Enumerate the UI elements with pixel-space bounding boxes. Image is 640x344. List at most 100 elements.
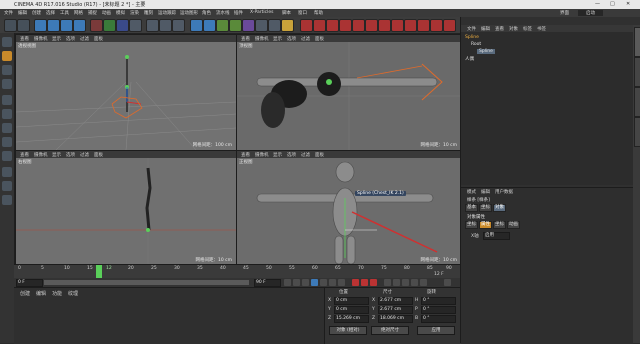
xp-modifier-icon[interactable] — [339, 19, 352, 32]
auto-key-icon[interactable] — [361, 279, 368, 286]
object-item-spline[interactable]: Spline — [465, 35, 479, 40]
xp-system-icon[interactable] — [313, 19, 326, 32]
lock-workplane-icon[interactable] — [2, 181, 12, 191]
range-slider[interactable] — [44, 280, 249, 285]
go-to-start-icon[interactable] — [284, 279, 291, 286]
menu-item-tools[interactable]: 工具 — [60, 10, 69, 16]
position-y-field[interactable]: 0 cm — [334, 306, 369, 314]
rotate-icon[interactable] — [73, 19, 86, 32]
om-menu-bookmarks[interactable]: 书签 — [537, 26, 546, 32]
menu-item-simulate[interactable]: 模拟 — [116, 10, 125, 16]
size-mode-dropdown[interactable]: 绝对尺寸 — [371, 326, 409, 335]
mat-menu-create[interactable]: 创建 — [20, 290, 30, 297]
vtab-structure[interactable] — [634, 87, 640, 117]
keyframe-selection-icon[interactable] — [370, 279, 377, 286]
attr-menu-edit[interactable]: 编辑 — [481, 189, 490, 195]
scale-key-icon[interactable] — [393, 279, 400, 286]
xp-action-icon[interactable] — [391, 19, 404, 32]
y-axis-icon[interactable] — [103, 19, 116, 32]
move-icon[interactable] — [47, 19, 60, 32]
timeline-menu-icon[interactable] — [444, 279, 451, 286]
cube-icon[interactable] — [190, 19, 203, 32]
apply-button[interactable]: 应用 — [417, 326, 455, 335]
menu-item-animate[interactable]: 动画 — [102, 10, 111, 16]
scale-icon[interactable] — [60, 19, 73, 32]
close-icon[interactable]: ✕ — [626, 1, 630, 7]
camera-icon[interactable] — [268, 19, 281, 32]
menu-item-motion-tracking[interactable]: 运动跟踪 — [158, 10, 176, 16]
position-key-icon[interactable] — [384, 279, 391, 286]
viewport-top[interactable]: 查看 摄像机 显示 选项 过滤 面板 顶视图 网格间距：10 cm — [236, 34, 462, 151]
snap-icon[interactable] — [2, 167, 12, 177]
xp-material-icon[interactable] — [430, 19, 443, 32]
menu-item-mesh[interactable]: 网格 — [74, 10, 83, 16]
end-frame-field[interactable]: 90 F — [254, 279, 281, 287]
xp-utility-icon[interactable] — [417, 19, 430, 32]
polygons-mode-icon[interactable] — [2, 123, 12, 133]
menu-item-help[interactable]: 帮助 — [314, 10, 323, 16]
rotation-key-icon[interactable] — [402, 279, 409, 286]
menu-item-select[interactable]: 选择 — [46, 10, 55, 16]
xp-misc-icon[interactable] — [443, 19, 456, 32]
render-settings-icon[interactable] — [172, 19, 185, 32]
menu-item-script[interactable]: 脚本 — [282, 10, 291, 16]
make-editable-icon[interactable] — [2, 37, 12, 47]
size-y-field[interactable]: 2.677 cm — [378, 306, 413, 314]
minimize-icon[interactable]: — — [595, 1, 600, 7]
rotation-h-field[interactable]: 0 ° — [421, 297, 456, 305]
deformer-icon[interactable] — [242, 19, 255, 32]
xp-cache-icon[interactable] — [326, 19, 339, 32]
attr-menu-user-data[interactable]: 用户数据 — [495, 189, 513, 195]
mat-menu-texture[interactable]: 纹理 — [68, 290, 78, 297]
size-x-field[interactable]: 2.677 cm — [378, 297, 413, 305]
attr-tab-object[interactable]: 对象 — [493, 204, 506, 212]
previous-frame-icon[interactable] — [302, 279, 309, 286]
om-menu-file[interactable]: 文件 — [467, 26, 476, 32]
om-menu-edit[interactable]: 编辑 — [481, 26, 490, 32]
go-to-end-icon[interactable] — [338, 279, 345, 286]
viewport-right[interactable]: 查看 摄像机 显示 选项 过滤 面板 右视图 网格间距：10 cm — [15, 150, 237, 266]
start-frame-field[interactable]: 0 F — [16, 279, 43, 287]
xp-question-icon[interactable] — [352, 19, 365, 32]
vtab-content-browser[interactable] — [634, 57, 640, 87]
x-axis-icon[interactable] — [90, 19, 103, 32]
edges-mode-icon[interactable] — [2, 109, 12, 119]
om-menu-view[interactable]: 查看 — [495, 26, 504, 32]
solo-icon[interactable] — [2, 195, 12, 205]
object-item-root[interactable]: Root — [471, 42, 481, 47]
coordinate-system-icon[interactable] — [129, 19, 142, 32]
mat-menu-edit[interactable]: 编辑 — [36, 290, 46, 297]
redo-icon[interactable] — [17, 19, 30, 32]
viewport-front[interactable]: 查看 摄像机 显示 选项 过滤 面板 正视图 Spline (Chest_IK … — [236, 150, 462, 266]
menu-item-render[interactable]: 渲染 — [130, 10, 139, 16]
vtab-layers[interactable] — [634, 117, 640, 147]
position-z-field[interactable]: 15.269 cm — [334, 315, 369, 323]
xp-generator-icon[interactable] — [365, 19, 378, 32]
record-icon[interactable] — [352, 279, 359, 286]
menu-item-xparticles[interactable]: X-Particles — [250, 10, 273, 15]
timeline-ruler[interactable]: 0 5 10 15 20 25 30 35 40 45 50 55 60 65 … — [14, 264, 460, 279]
model-mode-icon[interactable] — [2, 51, 12, 61]
viewport-perspective[interactable]: 查看 摄像机 显示 选项 过滤 面板 透视视图 网格间距：100 cm — [15, 34, 237, 151]
menu-item-edit[interactable]: 编辑 — [18, 10, 27, 16]
render-picture-viewer-icon[interactable] — [159, 19, 172, 32]
attr-subtab-1[interactable]: 坐标 — [465, 221, 478, 229]
rotation-p-field[interactable]: 0 ° — [421, 306, 456, 314]
menu-item-sculpt[interactable]: 雕刻 — [144, 10, 153, 16]
menu-item-pipeline[interactable]: 流水线 — [216, 10, 230, 16]
menu-item-file[interactable]: 文件 — [4, 10, 13, 16]
menu-item-snap[interactable]: 捕捉 — [88, 10, 97, 16]
position-x-field[interactable]: 0 cm — [334, 297, 369, 305]
maximize-icon[interactable]: □ — [610, 1, 615, 7]
object-item-spline-child[interactable]: Spline — [477, 49, 495, 54]
xp-effector-icon[interactable] — [404, 19, 417, 32]
attr-menu-mode[interactable]: 模式 — [467, 189, 476, 195]
menu-item-plugins[interactable]: 插件 — [234, 10, 243, 16]
layout-dropdown[interactable]: 启动 — [578, 10, 603, 16]
live-select-icon[interactable] — [34, 19, 47, 32]
attr-tab-basic[interactable]: 基本 — [465, 204, 478, 212]
workplane-icon[interactable] — [2, 79, 12, 89]
attr-subtab-4[interactable]: 动画 — [507, 221, 520, 229]
xp-emitter-icon[interactable] — [300, 19, 313, 32]
next-key-icon[interactable] — [329, 279, 336, 286]
